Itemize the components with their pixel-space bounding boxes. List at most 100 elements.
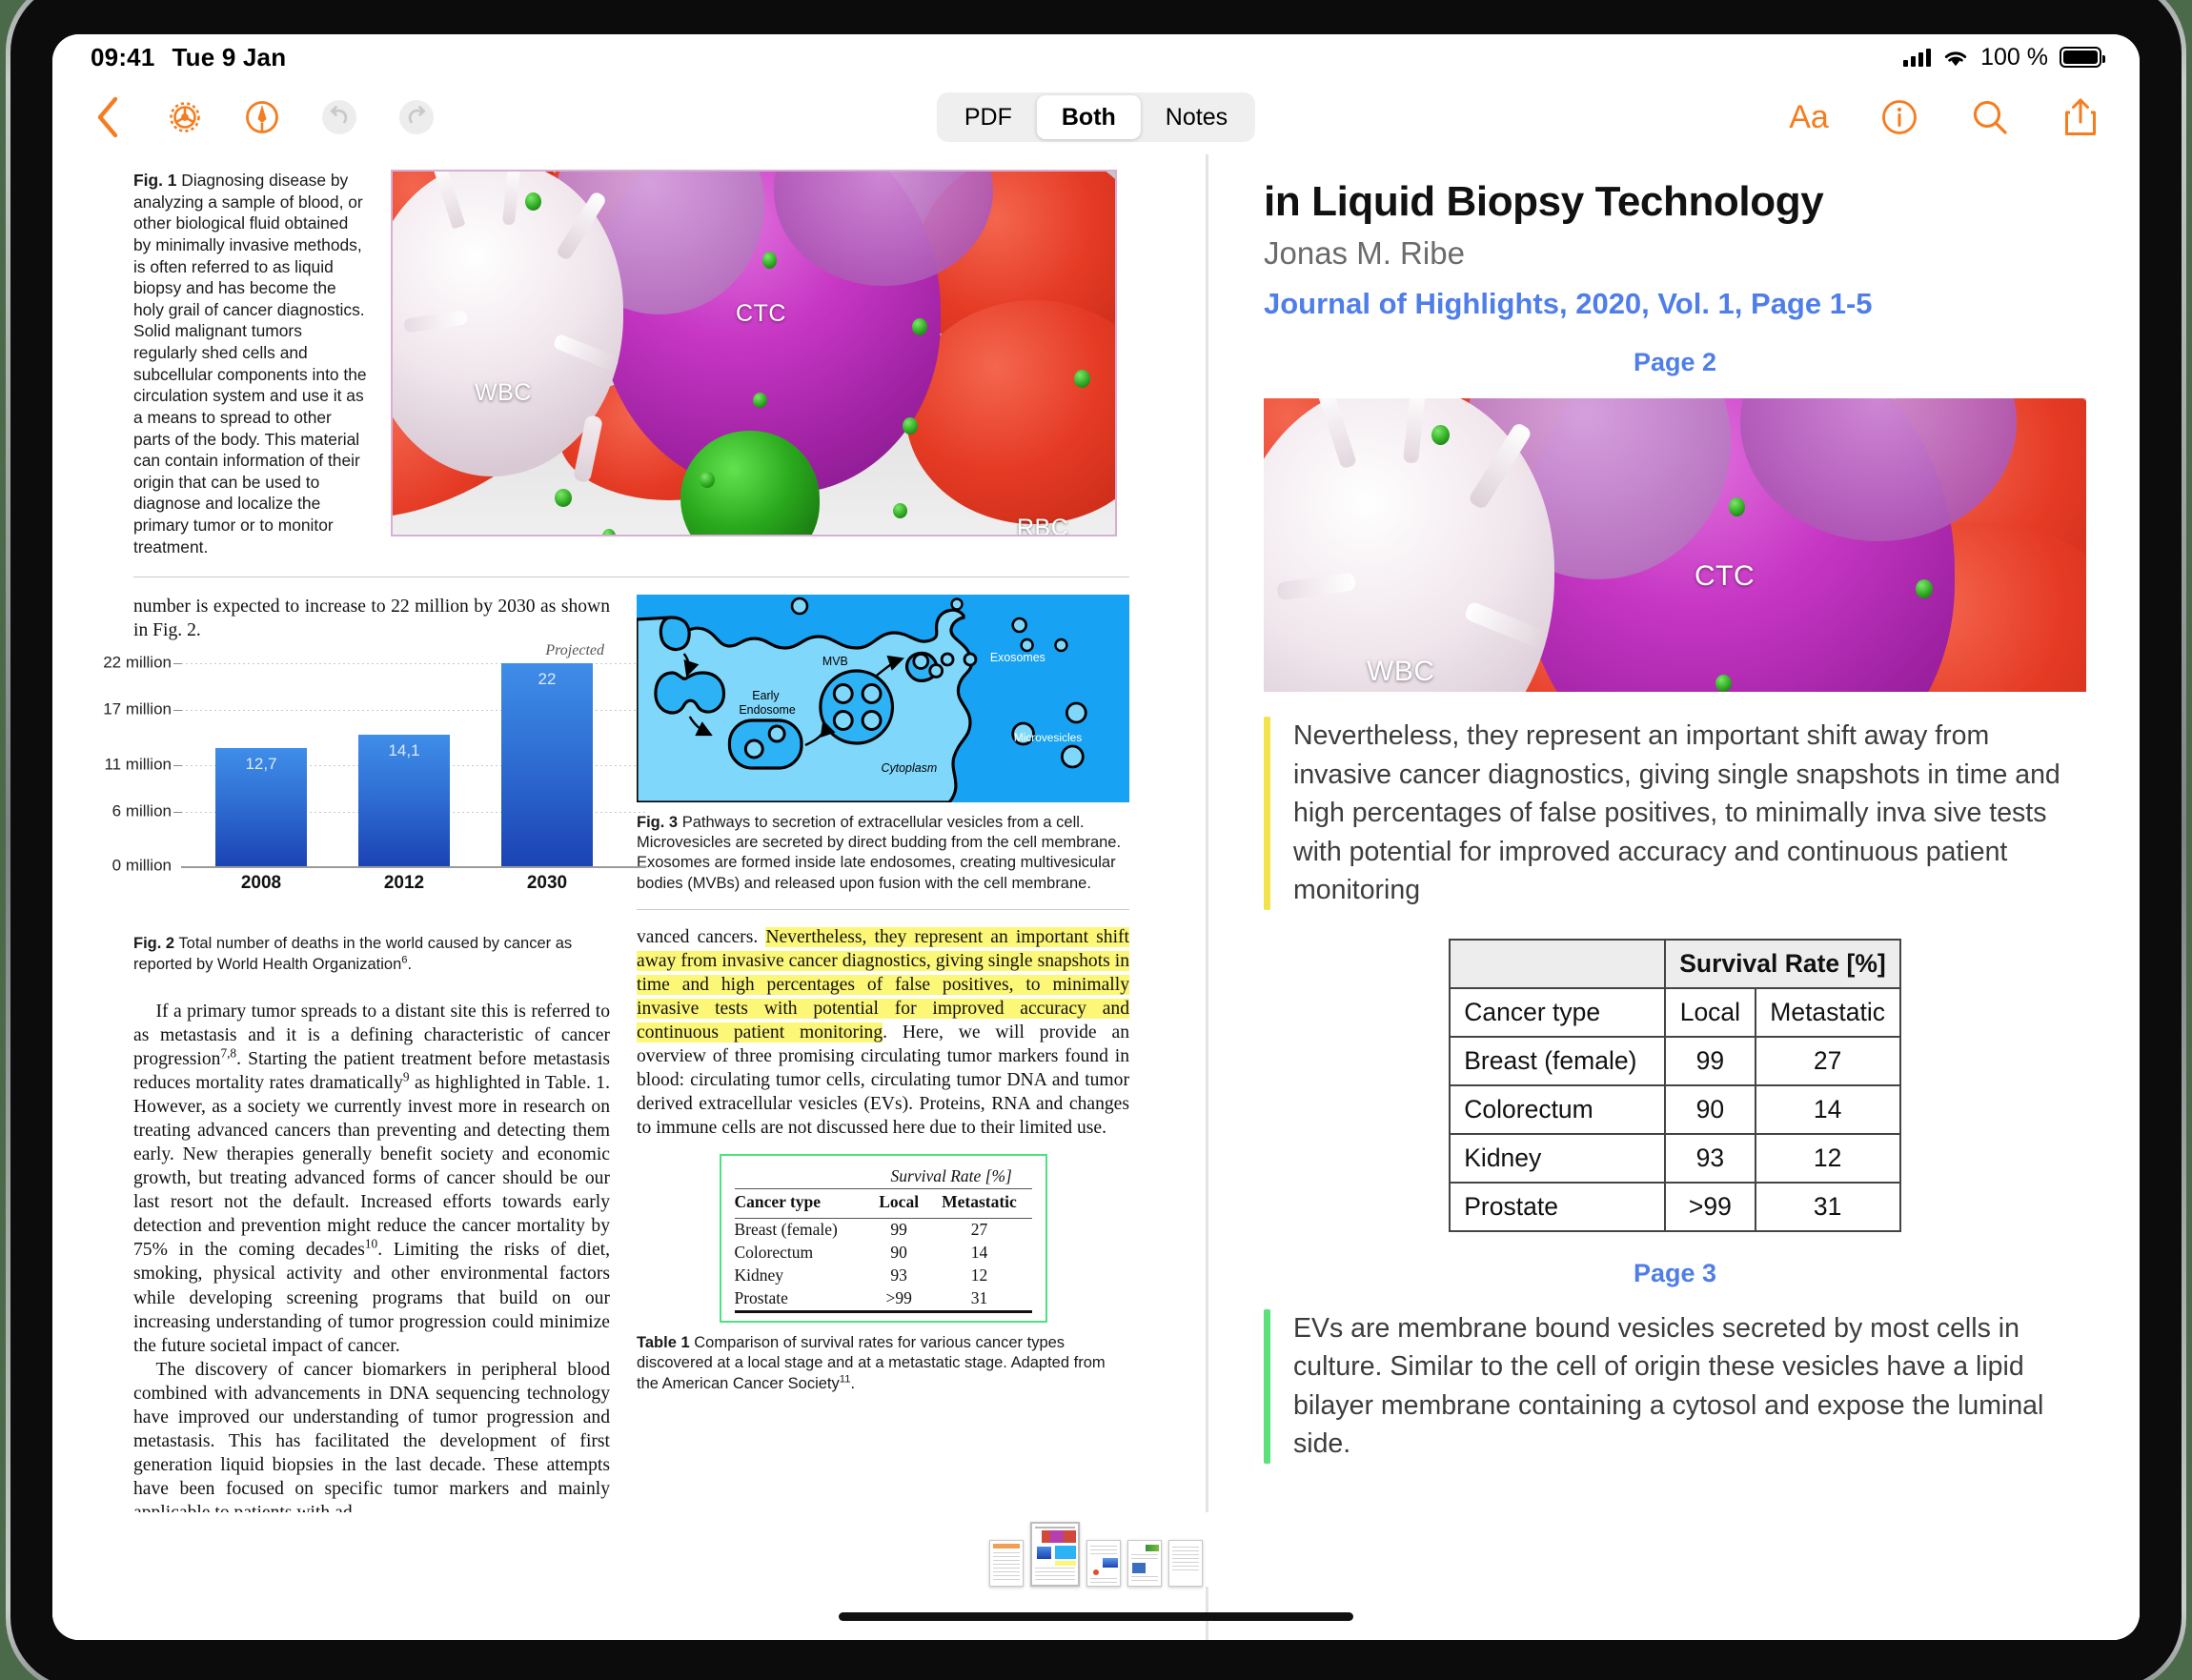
page-thumbnail-5[interactable]: [1168, 1540, 1203, 1587]
pdf-right-divider: [637, 908, 1129, 910]
gear-icon[interactable]: [162, 94, 208, 140]
plp1s3: 10: [364, 1236, 378, 1251]
toolbar-right-group: Aa: [1786, 94, 2140, 140]
notes-figure-image: WBC CTC RBC EV: [1264, 398, 2086, 693]
author-name: Jonas M. Ribe: [1264, 235, 1465, 272]
pdf-table-r0c0: Breast (female): [734, 1220, 838, 1240]
page-thumbnail-strip[interactable]: [52, 1512, 2140, 1587]
page-title: in Liquid Biopsy Technology: [1264, 178, 1824, 225]
page-thumbnail-3[interactable]: [1086, 1540, 1121, 1587]
bar-value-2012: 14,1: [388, 741, 420, 760]
pdf-table-head-0: Cancer type: [734, 1192, 822, 1212]
search-icon[interactable]: [1967, 94, 2013, 140]
notes-pane[interactable]: in Liquid Biopsy Technology Jonas M. Rib…: [1208, 154, 2140, 1640]
bar-value-2008: 12,7: [245, 755, 277, 774]
notes-survival-table[interactable]: Survival Rate [%] Cancer type Local Meta…: [1449, 938, 1901, 1232]
pdf-table-r1c1: 90: [890, 1243, 907, 1263]
info-circle-icon[interactable]: [1877, 94, 1922, 140]
tab-pdf[interactable]: PDF: [940, 95, 1037, 139]
pdf-two-column-area: number is expected to increase to 22 mil…: [103, 595, 1129, 1525]
notes-content: in Liquid Biopsy Technology Jonas M. Rib…: [1208, 154, 2140, 1464]
figure-3-caption-label: Fig. 3: [637, 814, 679, 832]
undo-icon[interactable]: [316, 94, 362, 140]
notes-figure-label-wbc: WBC: [1367, 656, 1435, 688]
plp1c: as highlighted in Table. 1. However, as …: [133, 1072, 610, 1261]
tab-notes[interactable]: Notes: [1141, 95, 1252, 139]
table-row: Colorectum 90 14: [1449, 1083, 1901, 1135]
page-thumbnail-1[interactable]: [989, 1540, 1024, 1587]
figure-1-caption-label: Fig. 1: [133, 171, 177, 190]
pdf-table-r3c1: >99: [885, 1288, 912, 1308]
pdf-right-paragraph: vanced cancers. Nevertheless, they repre…: [637, 925, 1129, 1141]
note-highlight-yellow[interactable]: Nevertheless, they represent an importan…: [1264, 717, 2086, 910]
notes-table-r3c2: 31: [1754, 1181, 1901, 1232]
text-size-button[interactable]: Aa: [1786, 94, 1832, 140]
figure-1-caption-text: Diagnosing disease by analyzing a sample…: [133, 171, 367, 557]
notes-table-r1c0: Colorectum: [1449, 1083, 1667, 1135]
pdf-table-1[interactable]: Survival Rate [%] Cancer type Local Meta…: [719, 1154, 1047, 1323]
note-text-green: EVs are membrane bound vesicles secreted…: [1293, 1312, 2044, 1460]
figure-2-caption-label: Fig. 2: [133, 935, 175, 953]
pdf-table-r1c0: Colorectum: [734, 1243, 814, 1263]
pdf-table-r0c1: 99: [890, 1220, 907, 1240]
chart-ytick-2: 11 million: [104, 756, 172, 775]
table-row: Breast (female) 99 27: [735, 1218, 1032, 1242]
pdf-left-paragraph-1: If a primary tumor spreads to a distant …: [133, 1000, 610, 1358]
notes-table-r0c0: Breast (female): [1449, 1035, 1667, 1086]
pen-circle-icon[interactable]: [239, 94, 285, 140]
pdf-right-column: Exosomes MVB Early Endosome Microvesicle…: [637, 595, 1129, 1525]
svg-text:Exosomes: Exosomes: [990, 651, 1045, 664]
figure-3-image: Exosomes MVB Early Endosome Microvesicle…: [637, 595, 1129, 803]
status-time: 09:41: [91, 42, 155, 71]
figure-3-diagram: Exosomes MVB Early Endosome Microvesicle…: [637, 595, 1129, 803]
tab-both[interactable]: Both: [1036, 95, 1141, 139]
pdf-left-paragraph-2: The discovery of cancer biomarkers in pe…: [133, 1359, 610, 1523]
pdf-table-1-caption: Table 1 Comparison of survival rates for…: [637, 1333, 1106, 1392]
page-thumbnail-2-current[interactable]: [1030, 1522, 1080, 1587]
back-button[interactable]: [85, 94, 131, 140]
notes-table-head-0: Cancer type: [1449, 986, 1667, 1038]
table-row: Prostate >99 31: [1449, 1181, 1901, 1232]
home-indicator[interactable]: [839, 1612, 1353, 1621]
note-highlight-green[interactable]: EVs are membrane bound vesicles secreted…: [1264, 1308, 2086, 1464]
notes-table-r0c1: 99: [1664, 1035, 1756, 1086]
status-date: Tue 9 Jan: [172, 42, 287, 71]
chart-xtick-2030: 2030: [526, 873, 568, 894]
notes-table-r0c2: 27: [1754, 1035, 1901, 1086]
pdf-table-1-caption-label: Table 1: [637, 1333, 690, 1351]
figure-1-label-wbc: WBC: [475, 379, 532, 406]
pdf-table-r1c2: 14: [970, 1243, 988, 1263]
ipad-screen: 09:41 Tue 9 Jan 100 % PDF Both Notes Aa …: [52, 34, 2140, 1640]
table-row: Colorectum 90 14: [735, 1242, 1032, 1265]
figure-1-label-rbc: RBC: [1017, 515, 1069, 536]
share-icon[interactable]: [2058, 94, 2103, 140]
notes-table-r1c2: 14: [1754, 1083, 1901, 1135]
redo-icon[interactable]: [394, 94, 439, 140]
status-bar-left: 09:41 Tue 9 Jan: [91, 43, 286, 72]
plp1s2: 9: [402, 1069, 410, 1084]
table-row: Kidney 93 12: [1449, 1132, 1901, 1184]
pdf-table-r3c2: 31: [970, 1288, 988, 1308]
notes-table-r2c0: Kidney: [1449, 1132, 1667, 1184]
figure-1-image: WBC CTC RBC EV: [391, 170, 1117, 536]
split-view: Fig. 1 Diagnosing disease by analyzing a…: [52, 154, 2140, 1640]
chart-xtick-2008: 2008: [240, 873, 282, 894]
svg-text:MVB: MVB: [822, 655, 848, 668]
chart-ytick-1: 17 million: [103, 700, 172, 719]
journal-citation-link[interactable]: Journal of Highlights, 2020, Vol. 1, Pag…: [1264, 287, 2086, 321]
notes-table-r3c1: >99: [1664, 1181, 1756, 1232]
figure-3-caption: Fig. 3 Pathways to secretion of extracel…: [637, 813, 1129, 893]
notes-figure-label-ctc: CTC: [1695, 560, 1756, 593]
notes-table-r1c1: 90: [1664, 1083, 1756, 1135]
bar-2030: 22: [501, 663, 593, 867]
notes-page-3-header: Page 3: [1633, 1258, 1717, 1287]
page-thumbnail-4[interactable]: [1127, 1540, 1162, 1587]
pdf-pane[interactable]: Fig. 1 Diagnosing disease by analyzing a…: [52, 154, 1206, 1640]
notes-table-r3c0: Prostate: [1449, 1181, 1667, 1232]
svg-text:Early: Early: [752, 689, 780, 702]
notes-table-head-1: Local: [1664, 986, 1756, 1038]
plp1s1: 7,8: [220, 1045, 237, 1061]
figure-2-caption: Fig. 2 Total number of deaths in the wor…: [133, 935, 573, 973]
view-mode-segmented-control[interactable]: PDF Both Notes: [936, 92, 1256, 142]
figure-2-caption-text: Total number of deaths in the world caus…: [133, 935, 573, 973]
